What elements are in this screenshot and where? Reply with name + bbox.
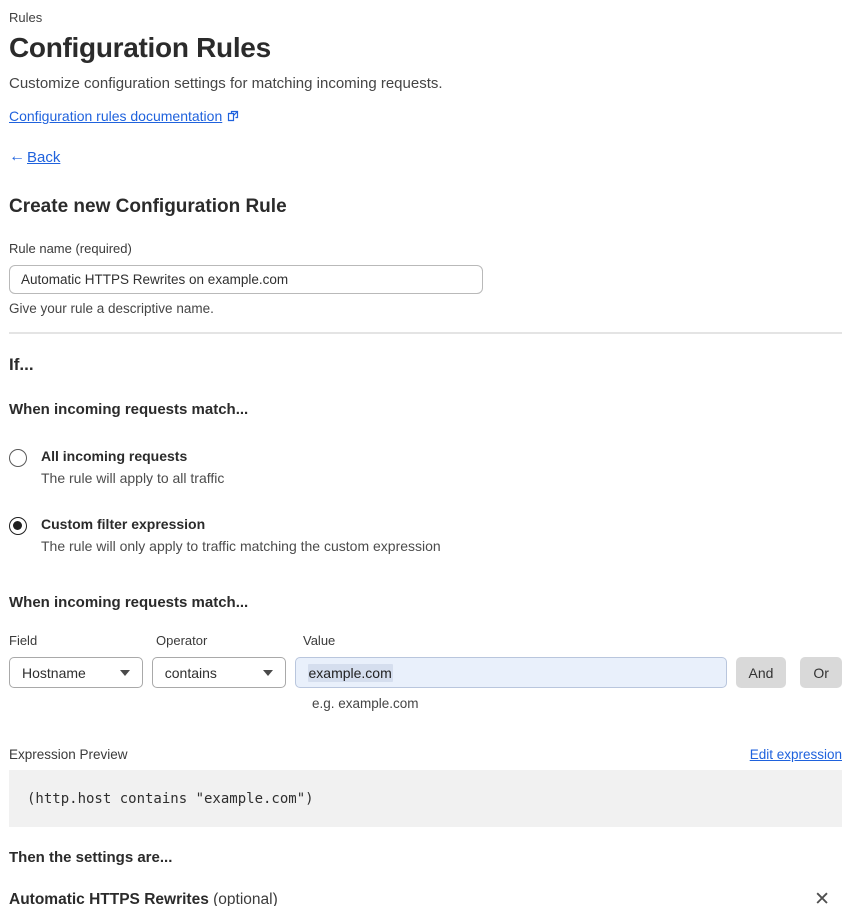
configuration-rules-page: Rules Configuration Rules Customize conf… [9,10,842,906]
chevron-down-icon [262,669,273,676]
radio-label: All incoming requests [41,448,188,464]
if-heading: If... [9,355,34,374]
value-label: Value [303,633,336,648]
breadcrumb: Rules [9,10,43,25]
rule-name-label: Rule name (required) [9,241,132,256]
close-icon[interactable]: ✕ [814,890,830,906]
setting-optional-tag: (optional) [213,890,278,906]
or-button[interactable]: Or [800,657,842,688]
radio-description: The rule will only apply to traffic matc… [41,538,441,554]
expression-code-block: (http.host contains "example.com") [9,770,842,827]
rule-name-input[interactable] [9,265,483,294]
and-button[interactable]: And [735,657,787,688]
documentation-link[interactable]: Configuration rules documentation [9,108,222,124]
builder-heading: When incoming requests match... [9,594,249,611]
radio-custom-filter-expression[interactable]: Custom filter expression The rule will o… [9,516,842,554]
then-settings-heading: Then the settings are... [9,849,173,866]
field-select-value: Hostname [22,664,86,681]
value-help-text: e.g. example.com [312,696,419,711]
create-rule-heading: Create new Configuration Rule [9,196,287,217]
radio-description: The rule will apply to all traffic [41,470,225,486]
value-input-text: example.com [307,663,393,682]
operator-select-value: contains [164,664,217,681]
external-link-icon [227,110,239,122]
operator-label: Operator [156,633,208,648]
back-link[interactable]: Back [27,149,60,166]
operator-select[interactable]: contains [151,657,286,688]
back-arrow-icon: ← [9,148,25,165]
match-heading: When incoming requests match... [9,401,249,418]
field-select[interactable]: Hostname [9,657,143,688]
field-label: Field [9,633,38,648]
section-divider [9,332,842,334]
radio-button-icon[interactable] [9,449,27,467]
rule-name-help: Give your rule a descriptive name. [9,301,214,316]
page-subtitle: Customize configuration settings for mat… [9,75,443,92]
expression-preview-label: Expression Preview [9,747,128,762]
radio-label: Custom filter expression [41,516,206,532]
setting-name: Automatic HTTPS Rewrites [9,890,209,906]
page-title: Configuration Rules [9,32,271,63]
radio-button-icon-selected[interactable] [9,517,27,535]
expression-code: (http.host contains "example.com") [27,790,314,807]
value-input[interactable]: example.com [294,657,727,688]
edit-expression-link[interactable]: Edit expression [750,747,842,762]
chevron-down-icon [119,669,130,676]
radio-all-incoming-requests[interactable]: All incoming requests The rule will appl… [9,448,842,486]
